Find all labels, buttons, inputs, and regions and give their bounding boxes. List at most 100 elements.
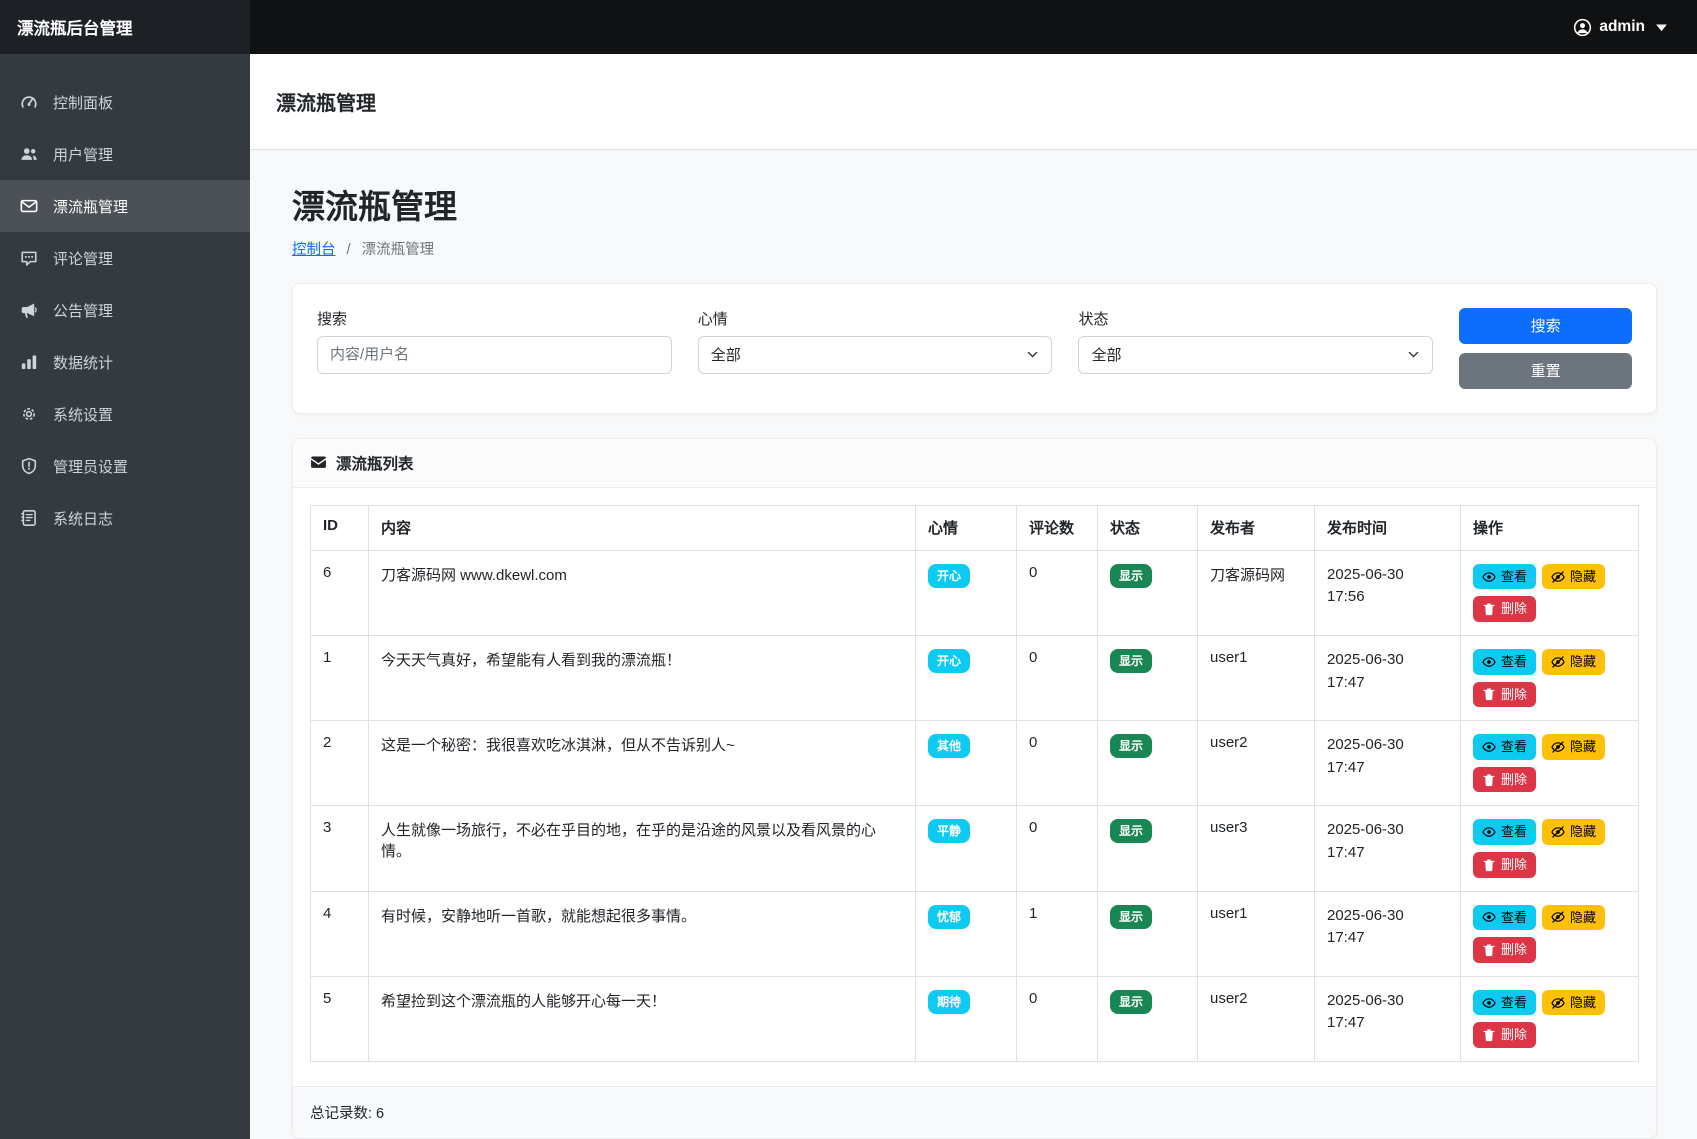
hide-button[interactable]: 隐藏 [1542,564,1605,590]
view-button[interactable]: 查看 [1473,564,1536,590]
cell-actions: 查看 隐藏 删除 [1461,721,1639,806]
trash-icon [1482,1028,1496,1042]
topbar: 漂流瓶后台管理 admin [0,0,1697,54]
trash-icon [1482,687,1496,701]
cell-mood: 忧郁 [916,891,1017,976]
status-select[interactable]: 全部 [1078,336,1433,374]
breadcrumb: 控制台 / 漂流瓶管理 [292,238,1657,259]
view-button[interactable]: 查看 [1473,990,1536,1016]
sidebar-item-system-settings[interactable]: 系统设置 [0,388,250,440]
delete-button[interactable]: 删除 [1473,596,1536,622]
cell-actions: 查看 隐藏 删除 [1461,806,1639,891]
view-button[interactable]: 查看 [1473,734,1536,760]
bottle-list-title: 漂流瓶列表 [336,452,414,474]
filter-panel: 搜索 心情 全部 状态 全部 [292,283,1657,414]
bottle-list-panel: 漂流瓶列表 ID内容心情评论数状态发布者发布时间操作 6 刀客源码网 www.d… [292,438,1657,1139]
cell-id: 2 [311,721,369,806]
search-input[interactable] [317,336,672,374]
mood-select-value: 全部 [711,344,741,365]
sidebar-item-comments[interactable]: 评论管理 [0,232,250,284]
admin-menu[interactable]: admin [1573,18,1697,37]
search-button[interactable]: 搜索 [1459,308,1632,344]
delete-button[interactable]: 删除 [1473,937,1536,963]
shield-icon [20,457,38,475]
cell-content: 希望捡到这个漂流瓶的人能够开心每一天！ [369,976,916,1061]
sidebar-item-announcements[interactable]: 公告管理 [0,284,250,336]
cell-comments: 0 [1017,806,1098,891]
cell-status: 显示 [1098,976,1198,1061]
breadcrumb-separator: / [347,242,351,258]
megaphone-icon [20,301,38,319]
trash-icon [1482,602,1496,616]
cell-publisher: user2 [1198,976,1315,1061]
table-row: 2 这是一个秘密：我很喜欢吃冰淇淋，但从不告诉别人~ 其他 0 显示 user2… [311,721,1639,806]
mood-badge: 其他 [928,734,970,758]
column-header-5: 发布者 [1198,505,1315,550]
cell-comments: 0 [1017,636,1098,721]
cell-id: 5 [311,976,369,1061]
sidebar-item-statistics[interactable]: 数据统计 [0,336,250,388]
breadcrumb-link-console[interactable]: 控制台 [292,242,336,258]
view-button[interactable]: 查看 [1473,649,1536,675]
cell-id: 4 [311,891,369,976]
delete-button[interactable]: 删除 [1473,767,1536,793]
hide-button[interactable]: 隐藏 [1542,905,1605,931]
reset-button[interactable]: 重置 [1459,353,1632,389]
cell-mood: 平静 [916,806,1017,891]
table-row: 3 人生就像一场旅行，不必在乎目的地，在乎的是沿途的风景以及看风景的心情。 平静… [311,806,1639,891]
sidebar-item-bottles[interactable]: 漂流瓶管理 [0,180,250,232]
status-badge: 显示 [1110,905,1152,929]
eye-icon [1482,910,1496,924]
delete-button[interactable]: 删除 [1473,682,1536,708]
eye-icon [1482,655,1496,669]
hide-button[interactable]: 隐藏 [1542,649,1605,675]
envelope-icon [20,197,38,215]
eye-slash-icon [1551,655,1565,669]
chevron-down-icon [1407,348,1420,361]
delete-button[interactable]: 删除 [1473,852,1536,878]
cell-mood: 期待 [916,976,1017,1061]
search-label: 搜索 [317,308,672,329]
eye-icon [1482,570,1496,584]
content-area: 漂流瓶管理 控制台 / 漂流瓶管理 搜索 心情 全部 [250,150,1697,1139]
eye-icon [1482,740,1496,754]
mood-label: 心情 [698,308,1053,329]
status-badge: 显示 [1110,819,1152,843]
cell-comments: 0 [1017,721,1098,806]
people-icon [20,145,38,163]
cell-actions: 查看 隐藏 删除 [1461,891,1639,976]
cell-mood: 开心 [916,550,1017,635]
cell-content: 这是一个秘密：我很喜欢吃冰淇淋，但从不告诉别人~ [369,721,916,806]
hide-button[interactable]: 隐藏 [1542,819,1605,845]
status-select-value: 全部 [1091,344,1121,365]
eye-icon [1482,996,1496,1010]
envelope-fill-icon [310,454,327,471]
table-row: 5 希望捡到这个漂流瓶的人能够开心每一天！ 期待 0 显示 user2 2025… [311,976,1639,1061]
cell-content: 人生就像一场旅行，不必在乎目的地，在乎的是沿途的风景以及看风景的心情。 [369,806,916,891]
cell-publish-time: 2025-06-30 17:47 [1315,636,1461,721]
eye-slash-icon [1551,825,1565,839]
hide-button[interactable]: 隐藏 [1542,990,1605,1016]
eye-icon [1482,825,1496,839]
hide-button[interactable]: 隐藏 [1542,734,1605,760]
sidebar-item-system-logs[interactable]: 系统日志 [0,492,250,544]
column-header-3: 评论数 [1017,505,1098,550]
view-button[interactable]: 查看 [1473,905,1536,931]
cell-publisher: user1 [1198,891,1315,976]
sidebar-item-admin-settings[interactable]: 管理员设置 [0,440,250,492]
bottle-table: ID内容心情评论数状态发布者发布时间操作 6 刀客源码网 www.dkewl.c… [310,505,1639,1062]
mood-badge: 期待 [928,990,970,1014]
column-header-6: 发布时间 [1315,505,1461,550]
sidebar-item-users[interactable]: 用户管理 [0,128,250,180]
admin-username: admin [1599,18,1645,36]
column-header-7: 操作 [1461,505,1639,550]
cell-content: 有时候，安静地听一首歌，就能想起很多事情。 [369,891,916,976]
status-label: 状态 [1078,308,1433,329]
cell-comments: 0 [1017,550,1098,635]
delete-button[interactable]: 删除 [1473,1022,1536,1048]
sidebar-item-dashboard[interactable]: 控制面板 [0,76,250,128]
mood-select[interactable]: 全部 [698,336,1053,374]
view-button[interactable]: 查看 [1473,819,1536,845]
page-title: 漂流瓶管理 [292,180,1657,228]
cell-mood: 其他 [916,721,1017,806]
